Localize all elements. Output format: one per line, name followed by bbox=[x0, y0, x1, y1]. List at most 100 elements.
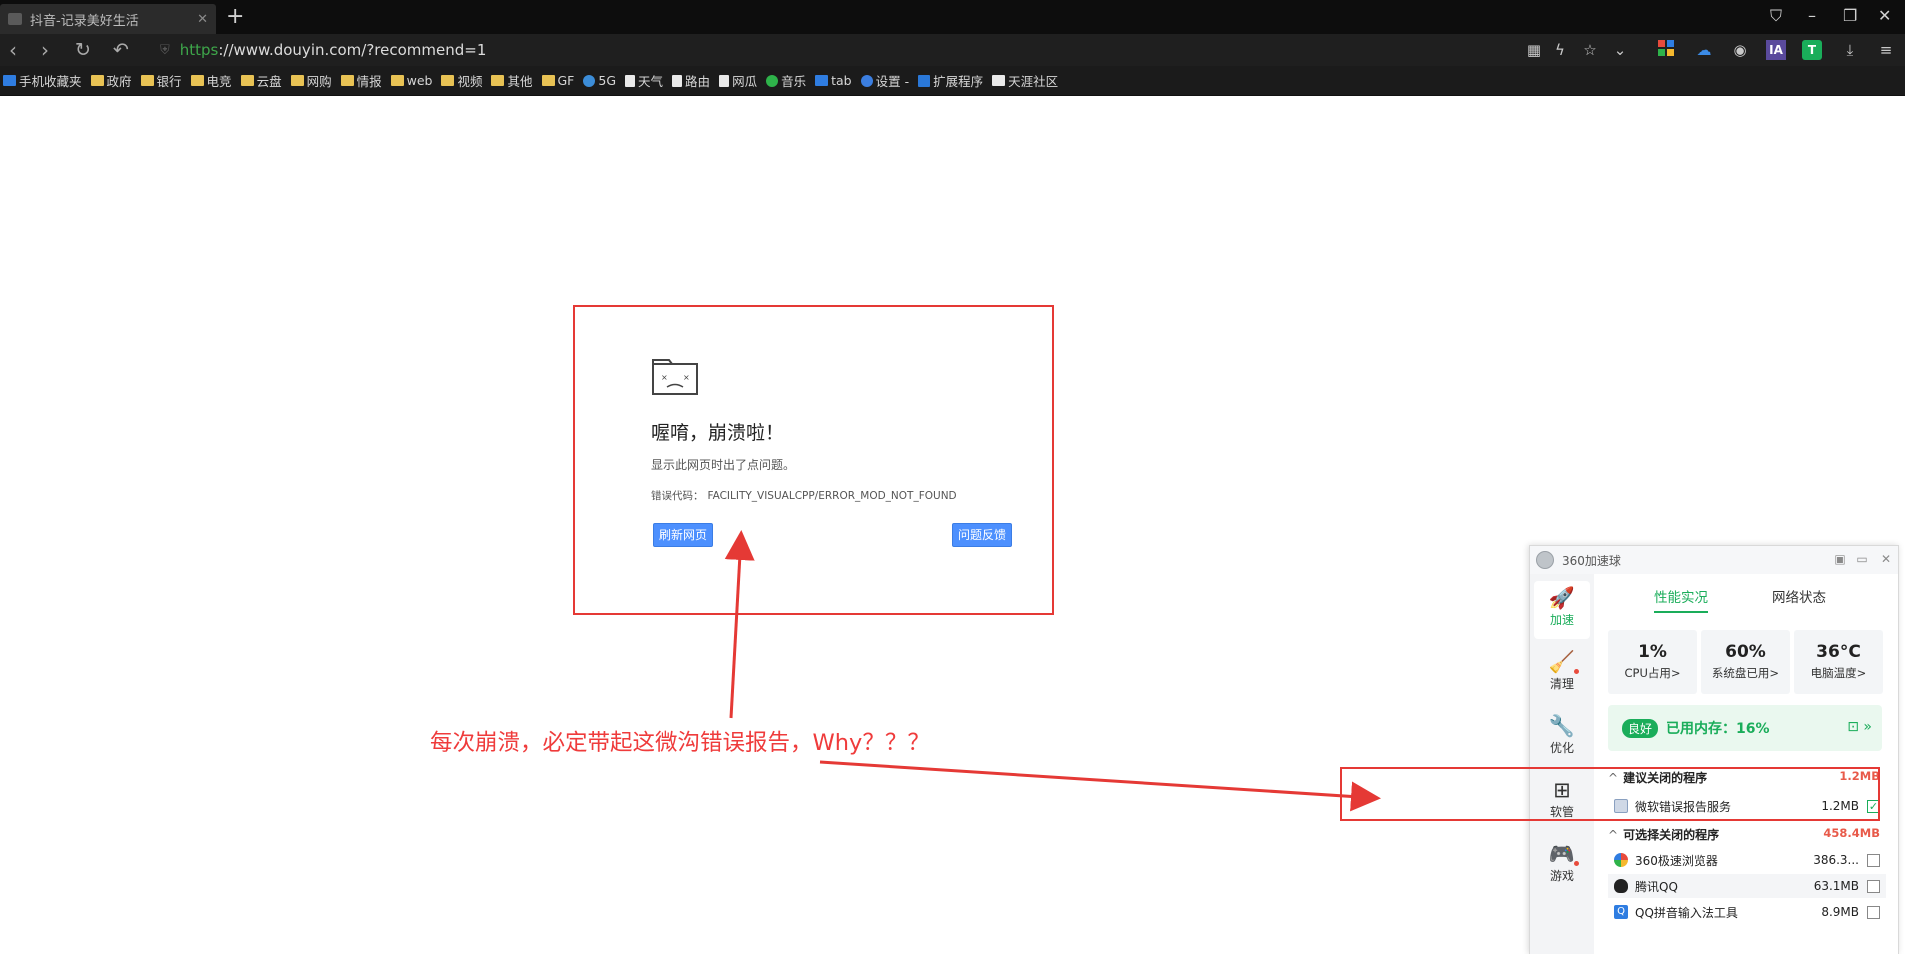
stat-cpu[interactable]: 1% CPU占用> bbox=[1608, 630, 1697, 694]
bookmark-item[interactable]: 设置 - bbox=[860, 71, 910, 90]
stat-label: 电脑温度> bbox=[1810, 666, 1867, 680]
bookmark-item[interactable]: 路由 bbox=[672, 71, 710, 90]
feedback-chat-icon[interactable]: ▭ bbox=[1854, 551, 1870, 567]
bookmarks-bar: 手机收藏夹 政府 银行 电竞 云盘 网购 情报 web 视频 其他 GF 5G 天气 路由 网瓜 音乐 tab 设… bbox=[0, 66, 1905, 96]
bookmark-item[interactable]: 音乐 bbox=[766, 71, 806, 90]
bookmark-item[interactable]: 视频 bbox=[441, 71, 482, 90]
bookmark-label: 网购 bbox=[306, 74, 332, 89]
bookmark-item[interactable]: 政府 bbox=[90, 71, 132, 90]
list-item-qq[interactable]: 腾讯QQ 63.1MB bbox=[1608, 874, 1886, 898]
panel-close-icon[interactable]: ✕ bbox=[1878, 551, 1894, 567]
bookmark-label: 路由 bbox=[685, 74, 711, 89]
memory-status[interactable]: 良好 已用内存：16% ⊡ » bbox=[1608, 705, 1882, 751]
bookmark-item[interactable]: 网购 bbox=[290, 71, 332, 90]
bookmark-item[interactable]: 云盘 bbox=[240, 71, 282, 90]
accelerator-ball-panel: 360加速球 ▣ ▭ ✕ 🚀 加速 🧹 清理 🔧 优化 ⊞ 软管 🎮 游戏 性能… bbox=[1529, 545, 1899, 954]
row-checkbox[interactable] bbox=[1867, 879, 1880, 893]
bookmark-label: 情报 bbox=[356, 74, 382, 89]
rocket-icon: 🚀 bbox=[1548, 586, 1576, 610]
bookmark-item[interactable]: web bbox=[390, 73, 432, 88]
glasses-icon[interactable]: ◉ bbox=[1730, 40, 1750, 60]
bookmark-item[interactable]: 5G bbox=[583, 73, 616, 88]
sidebar-item-games[interactable]: 🎮 游戏 bbox=[1534, 837, 1590, 895]
crash-error-code: 错误代码： FACILITY_VISUALCPP/ERROR_MOD_NOT_FO… bbox=[651, 488, 957, 503]
window-shrink-icon[interactable]: ▣ bbox=[1832, 551, 1848, 567]
stat-value: 1% bbox=[1638, 642, 1667, 662]
bookmark-item[interactable]: 天气 bbox=[625, 71, 663, 90]
crash-highlight-box bbox=[573, 305, 1054, 615]
skin-shirt-icon[interactable]: ⛉ bbox=[1770, 6, 1782, 26]
folder-icon bbox=[290, 75, 304, 86]
list-item-360-browser[interactable]: 360极速浏览器 386.3... bbox=[1608, 848, 1886, 872]
stat-value: 36°C bbox=[1816, 642, 1861, 662]
star-bookmark-icon[interactable]: ☆ bbox=[1580, 40, 1600, 60]
optional-close-header[interactable]: ^ 可选择关闭的程序 bbox=[1608, 826, 1719, 843]
game-accelerate-icon[interactable]: ⊡ » bbox=[1847, 719, 1872, 735]
bookmark-label: 设置 - bbox=[875, 74, 910, 89]
app-name: QQ拼音输入法工具 bbox=[1635, 905, 1738, 920]
menu-hamburger-icon[interactable]: ≡ bbox=[1876, 40, 1896, 60]
apps-grid-icon[interactable] bbox=[1656, 40, 1676, 60]
tab-close-icon[interactable]: ✕ bbox=[197, 12, 208, 27]
folder-icon bbox=[541, 75, 555, 86]
bookmark-item[interactable]: 扩展程序 bbox=[918, 71, 983, 90]
panel-tabs: 性能实况 网络状态 bbox=[1594, 586, 1900, 618]
stat-system-disk[interactable]: 60% 系统盘已用> bbox=[1701, 630, 1790, 694]
list-item-qq-pinyin[interactable]: Q QQ拼音输入法工具 8.9MB bbox=[1608, 900, 1886, 924]
close-window-icon[interactable]: ✕ bbox=[1878, 6, 1891, 26]
reload-icon[interactable]: ↻ bbox=[70, 37, 96, 63]
tab-performance[interactable]: 性能实况 bbox=[1654, 586, 1708, 613]
ia-extension-icon[interactable]: IA bbox=[1766, 40, 1786, 60]
minimize-icon[interactable]: – bbox=[1808, 6, 1816, 26]
download-icon[interactable]: ⤓ bbox=[1840, 40, 1860, 60]
bookmark-item[interactable]: 情报 bbox=[340, 71, 382, 90]
tab-favicon bbox=[8, 13, 22, 25]
sidebar-item-speedup[interactable]: 🚀 加速 bbox=[1534, 581, 1590, 639]
optional-close-size: 458.4MB bbox=[1823, 826, 1880, 840]
sidebar-item-clean[interactable]: 🧹 清理 bbox=[1534, 645, 1590, 703]
sidebar-item-optimize[interactable]: 🔧 优化 bbox=[1534, 709, 1590, 767]
bookmark-item[interactable]: tab bbox=[815, 73, 852, 88]
error-code-value: FACILITY_VISUALCPP/ERROR_MOD_NOT_FOUND bbox=[707, 490, 957, 502]
green-icon bbox=[766, 74, 779, 87]
bookmark-item[interactable]: 手机收藏夹 bbox=[3, 71, 82, 90]
dropdown-chevron-icon[interactable]: ⌄ bbox=[1610, 40, 1630, 60]
arrow-to-error-report bbox=[819, 760, 1381, 812]
avatar[interactable] bbox=[1536, 551, 1554, 569]
notification-dot bbox=[1574, 669, 1579, 674]
address-bar[interactable]: ⛨ https://www.douyin.com/?recommend=1 bbox=[160, 38, 1510, 62]
bookmark-item[interactable]: 银行 bbox=[140, 71, 182, 90]
browser-360-icon bbox=[1614, 853, 1628, 867]
sidebar-item-label: 优化 bbox=[1549, 741, 1574, 755]
row-checkbox[interactable] bbox=[1867, 853, 1880, 867]
qr-code-icon[interactable]: ▦ bbox=[1524, 40, 1544, 60]
feedback-button[interactable]: 问题反馈 bbox=[952, 523, 1013, 547]
sidebar-item-label: 游戏 bbox=[1549, 869, 1574, 883]
url-scheme: https bbox=[179, 41, 219, 59]
stat-temperature[interactable]: 36°C 电脑温度> bbox=[1794, 630, 1883, 694]
restore-icon[interactable]: ❐ bbox=[1843, 6, 1857, 26]
tab-network[interactable]: 网络状态 bbox=[1772, 586, 1826, 606]
forward-icon[interactable]: › bbox=[32, 37, 58, 63]
folder-icon bbox=[491, 75, 505, 86]
chevron-up-icon: ^ bbox=[1608, 828, 1619, 842]
doc-icon bbox=[672, 74, 683, 87]
bookmark-item[interactable]: 电竞 bbox=[190, 71, 232, 90]
undo-close-icon[interactable]: ↶ bbox=[108, 37, 134, 63]
translate-extension-icon[interactable]: T bbox=[1802, 40, 1822, 60]
row-checkbox[interactable] bbox=[1867, 905, 1880, 919]
bookmark-item[interactable]: 网瓜 bbox=[719, 71, 757, 90]
security-shield-icon[interactable]: ⛨ bbox=[160, 43, 170, 58]
bookmark-item[interactable]: 天涯社区 bbox=[992, 71, 1058, 90]
cloud-download-icon[interactable]: ☁ bbox=[1694, 40, 1714, 60]
stat-label: CPU占用> bbox=[1624, 666, 1681, 680]
new-tab-button[interactable]: + bbox=[226, 5, 244, 29]
bookmark-item[interactable]: GF bbox=[541, 73, 574, 88]
folder-icon bbox=[340, 75, 354, 86]
bookmark-item[interactable]: 其他 bbox=[491, 71, 533, 90]
reload-page-button[interactable]: 刷新网页 bbox=[653, 523, 714, 547]
back-icon[interactable]: ‹ bbox=[0, 37, 26, 63]
browser-tab-active[interactable]: 抖音-记录美好生活 ✕ bbox=[0, 4, 216, 34]
bookmark-label: tab bbox=[831, 73, 852, 88]
lightning-icon[interactable]: ϟ bbox=[1550, 40, 1570, 60]
